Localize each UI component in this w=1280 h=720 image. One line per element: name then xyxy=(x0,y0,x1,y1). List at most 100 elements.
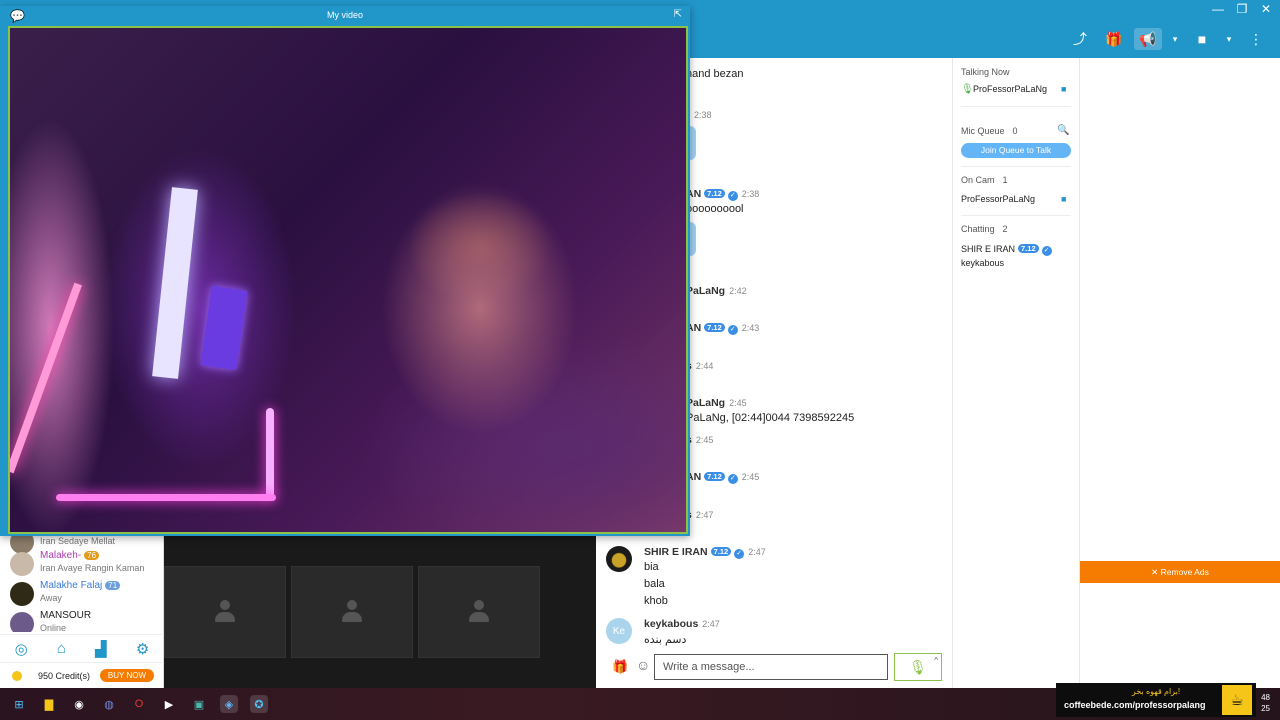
mic-queue-heading: Mic Queue 0 xyxy=(961,126,1018,136)
chatting-heading: Chatting 2 xyxy=(961,224,1008,234)
share-icon[interactable]: ⤴ xyxy=(1066,28,1094,50)
level-badge: 7.12 xyxy=(704,323,725,332)
microphone-icon: 🎙 xyxy=(909,658,927,675)
message-author: PaLaNg xyxy=(686,285,726,297)
video-window-title: My video xyxy=(326,10,363,20)
talking-now-heading: Talking Now xyxy=(961,67,1010,77)
video-window[interactable]: My video 💬 ⇱ xyxy=(0,6,690,536)
person-icon xyxy=(215,600,235,624)
file-explorer-icon[interactable]: ▇ xyxy=(40,695,58,713)
mic-queue-count: 0 xyxy=(1012,126,1018,136)
window-controls: — ❐ ✕ xyxy=(1210,2,1274,16)
neon-light xyxy=(266,408,274,498)
camera-icon[interactable]: ■ xyxy=(1188,28,1216,50)
minimize-icon[interactable]: — xyxy=(1210,2,1226,16)
list-item[interactable]: Malakhe Falaj 71 Away xyxy=(10,580,160,610)
on-cam-user[interactable]: ProFessorPaLaNg xyxy=(961,194,1035,204)
gift-icon[interactable]: 🎁 xyxy=(1100,28,1128,50)
message-author: PaLaNg xyxy=(686,397,726,409)
on-cam-count: 1 xyxy=(1002,175,1008,185)
remove-ads-button[interactable]: ✕ Remove Ads xyxy=(1080,561,1280,583)
message-header: AN 7.12 ✓ 2:38 xyxy=(686,188,759,201)
message-header: AN 7.12 ✓ 2:43 xyxy=(686,322,759,335)
message-header: SHIR E IRAN 7.12 ✓ 2:47 xyxy=(644,546,766,559)
talking-user[interactable]: ProFessorPaLaNg xyxy=(973,84,1047,94)
avatar[interactable]: Ke xyxy=(606,618,632,644)
chevron-down-icon[interactable]: ▾ xyxy=(1222,28,1236,50)
coffee-ad-banner[interactable]: برام قهوه بخر! coffeebede.com/professorp… xyxy=(1056,683,1256,717)
chevron-down-icon[interactable]: ▾ xyxy=(1168,28,1182,50)
chevron-up-icon[interactable]: ^ xyxy=(934,656,938,665)
neon-light xyxy=(56,494,276,501)
buy-now-button[interactable]: BUY NOW xyxy=(99,669,154,682)
gift-icon[interactable]: 🎁 xyxy=(612,659,628,675)
chatting-user[interactable]: keykabous xyxy=(961,258,1004,268)
windows-start-icon[interactable]: ⊞ xyxy=(10,695,28,713)
message-time: 2:38 xyxy=(694,110,712,120)
chatting-label: Chatting xyxy=(961,224,995,234)
message-author: keykabous xyxy=(644,618,699,630)
message-text: khob xyxy=(644,595,668,607)
discord-icon[interactable]: ◍ xyxy=(100,695,118,713)
close-icon[interactable]: ✕ xyxy=(1258,2,1274,16)
avatar[interactable] xyxy=(606,546,632,572)
restore-icon[interactable]: ❐ xyxy=(1234,2,1250,16)
level-badge: 76 xyxy=(84,551,100,560)
home-icon[interactable]: ⌂ xyxy=(57,640,66,657)
message-time: 2:38 xyxy=(741,189,760,199)
join-queue-button[interactable]: Join Queue to Talk xyxy=(961,143,1071,158)
webcam-video[interactable] xyxy=(8,26,688,534)
camera-slot[interactable] xyxy=(164,566,286,658)
list-item[interactable]: MANSOUR Online xyxy=(10,610,160,632)
user-status: Away xyxy=(40,593,62,603)
message-time: 2:44 xyxy=(695,361,714,371)
camera-slot[interactable] xyxy=(291,566,413,658)
user-name: Malakeh- xyxy=(40,550,82,561)
message-text: bala xyxy=(644,578,665,590)
emoji-icon[interactable]: ☺ xyxy=(636,657,650,673)
verified-icon: ✓ xyxy=(727,191,738,201)
message-header: s2:47 xyxy=(686,509,713,521)
ad-persian-text: برام قهوه بخر! xyxy=(1131,687,1181,696)
camera-slot[interactable] xyxy=(418,566,540,658)
message-input[interactable] xyxy=(654,654,888,680)
list-item[interactable]: Malakeh- 76 Iran Avaye Rangin Kaman xyxy=(10,550,160,580)
divider xyxy=(961,106,1071,107)
browser-icon[interactable]: ◈ xyxy=(220,695,238,713)
compass-icon[interactable]: ◎ xyxy=(15,640,28,658)
more-icon[interactable]: ⋮ xyxy=(1242,28,1270,50)
chatting-count: 2 xyxy=(1002,224,1008,234)
verified-icon: ✓ xyxy=(734,549,745,559)
credits-bar: 950 Credit(s) BUY NOW xyxy=(0,662,164,688)
credit-balance: 950 Credit(s) xyxy=(38,670,91,681)
paltalk-icon[interactable]: ✪ xyxy=(250,695,268,713)
message-time: 2:47 xyxy=(695,510,714,520)
announce-icon[interactable]: 📢 xyxy=(1134,28,1162,50)
user-name: Malakhe Falaj xyxy=(40,580,103,591)
message-header: PaLaNg 2:42 xyxy=(686,285,747,297)
camera-icon[interactable]: ■ xyxy=(1061,84,1066,94)
on-cam-label: On Cam xyxy=(961,175,995,185)
keyboard-glow xyxy=(200,285,248,371)
media-player-icon[interactable]: ▶ xyxy=(160,695,178,713)
steam-icon[interactable]: ◉ xyxy=(70,695,88,713)
message-header: PaLaNg 2:45 xyxy=(686,397,747,409)
leaderboard-icon[interactable]: ▟ xyxy=(95,640,107,658)
person-icon xyxy=(342,600,362,624)
level-badge: 7.12 xyxy=(704,472,725,481)
settings-icon[interactable]: ⚙ xyxy=(136,640,149,658)
android-app-icon[interactable]: ▣ xyxy=(190,695,208,713)
chatting-user[interactable]: SHIR E IRAN 7.12 ✓ xyxy=(961,244,1052,256)
message-time: 2:47 xyxy=(748,547,766,557)
camera-icon[interactable]: ■ xyxy=(1061,194,1066,204)
user-name: SHIR E IRAN xyxy=(961,244,1016,254)
popout-icon[interactable]: ⇱ xyxy=(674,9,682,20)
talk-button[interactable]: 🎙 ^ xyxy=(894,653,942,681)
message-text: PaLaNg, [02:44]0044 7398592245 xyxy=(686,412,855,424)
level-badge: 7.12 xyxy=(710,547,732,556)
opera-icon[interactable]: O xyxy=(130,695,148,713)
search-icon[interactable]: 🔍 xyxy=(1057,125,1069,136)
user-status: Iran Sedaye Mellat xyxy=(40,536,116,546)
message-author: SHIR E IRAN xyxy=(644,546,708,558)
verified-icon: ✓ xyxy=(1041,246,1052,256)
